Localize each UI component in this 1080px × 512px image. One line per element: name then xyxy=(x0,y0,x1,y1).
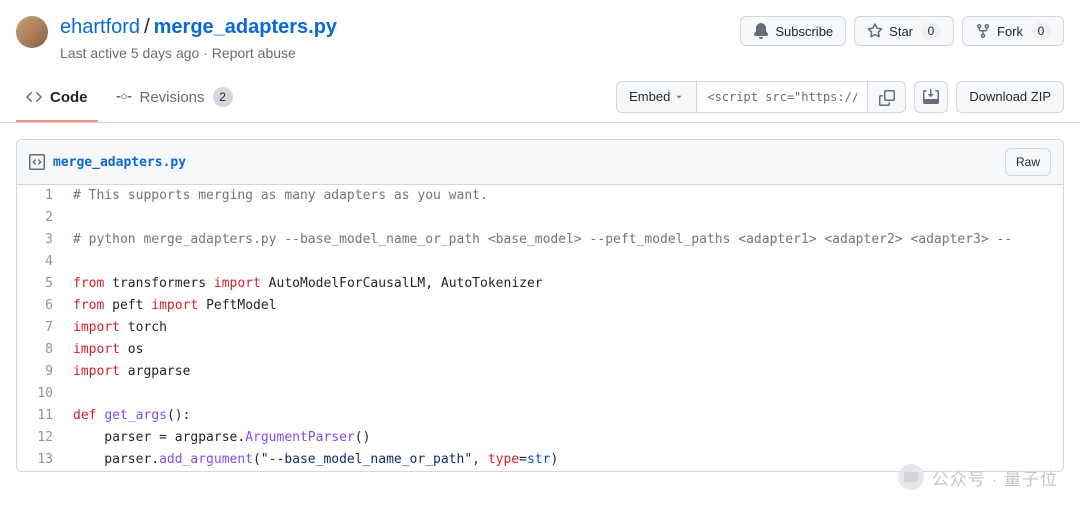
code-square-icon xyxy=(29,154,45,170)
desktop-download-icon xyxy=(923,89,939,105)
gist-title: ehartford/merge_adapters.py xyxy=(60,16,337,39)
revisions-icon xyxy=(116,89,132,105)
line-content xyxy=(67,207,1063,229)
raw-button[interactable]: Raw xyxy=(1005,148,1051,176)
tab-code[interactable]: Code xyxy=(16,81,98,122)
line-number[interactable]: 7 xyxy=(17,317,67,339)
line-number[interactable]: 5 xyxy=(17,273,67,295)
code-line: 7import torch xyxy=(17,317,1063,339)
revisions-count: 2 xyxy=(213,87,233,107)
subscribe-button[interactable]: Subscribe xyxy=(740,16,846,46)
star-count: 0 xyxy=(921,22,941,40)
star-icon xyxy=(867,23,883,39)
star-button[interactable]: Star 0 xyxy=(854,16,954,46)
line-content: # python merge_adapters.py --base_model_… xyxy=(67,229,1063,251)
code-line: 5from transformers import AutoModelForCa… xyxy=(17,273,1063,295)
line-content: import argparse xyxy=(67,361,1063,383)
line-number[interactable]: 1 xyxy=(17,185,67,207)
gist-filename-link[interactable]: merge_adapters.py xyxy=(154,16,337,38)
line-number[interactable]: 10 xyxy=(17,383,67,405)
copy-button[interactable] xyxy=(867,82,905,113)
code-line: 11def get_args(): xyxy=(17,405,1063,427)
code-line: 4 xyxy=(17,251,1063,273)
tab-revisions[interactable]: Revisions 2 xyxy=(106,79,243,123)
code-line: 3# python merge_adapters.py --base_model… xyxy=(17,229,1063,251)
fork-icon xyxy=(975,23,991,39)
code-line: 1# This supports merging as many adapter… xyxy=(17,185,1063,207)
line-content: import os xyxy=(67,339,1063,361)
line-content: from peft import PeftModel xyxy=(67,295,1063,317)
file-name-link[interactable]: merge_adapters.py xyxy=(53,155,186,170)
download-zip-button[interactable]: Download ZIP xyxy=(956,81,1064,113)
code-icon xyxy=(26,89,42,105)
gist-meta: Last active 5 days ago · Report abuse xyxy=(60,45,337,61)
owner-link[interactable]: ehartford xyxy=(60,16,140,38)
line-number[interactable]: 12 xyxy=(17,427,67,449)
line-content: # This supports merging as many adapters… xyxy=(67,185,1063,207)
line-number[interactable]: 6 xyxy=(17,295,67,317)
code-line: 12 parser = argparse.ArgumentParser() xyxy=(17,427,1063,449)
line-content: from transformers import AutoModelForCau… xyxy=(67,273,1063,295)
line-content: import torch xyxy=(67,317,1063,339)
line-number[interactable]: 11 xyxy=(17,405,67,427)
download-gist-button[interactable] xyxy=(914,81,948,113)
line-content xyxy=(67,383,1063,405)
report-abuse-link[interactable]: Report abuse xyxy=(212,45,296,61)
fork-count: 0 xyxy=(1031,22,1051,40)
code-line: 6from peft import PeftModel xyxy=(17,295,1063,317)
line-number[interactable]: 4 xyxy=(17,251,67,273)
line-content xyxy=(67,251,1063,273)
embed-dropdown[interactable]: Embed xyxy=(617,82,697,112)
line-number[interactable]: 3 xyxy=(17,229,67,251)
code-line: 8import os xyxy=(17,339,1063,361)
copy-icon xyxy=(879,90,895,106)
line-number[interactable]: 8 xyxy=(17,339,67,361)
line-number[interactable]: 13 xyxy=(17,449,67,471)
code-line: 13 parser.add_argument("--base_model_nam… xyxy=(17,449,1063,471)
fork-button[interactable]: Fork 0 xyxy=(962,16,1064,46)
caret-down-icon xyxy=(674,92,684,102)
embed-group: Embed xyxy=(616,81,906,113)
code-line: 2 xyxy=(17,207,1063,229)
code-line: 10 xyxy=(17,383,1063,405)
avatar[interactable] xyxy=(16,16,48,48)
line-content: def get_args(): xyxy=(67,405,1063,427)
code-line: 9import argparse xyxy=(17,361,1063,383)
bell-icon xyxy=(753,23,769,39)
code-view: 1# This supports merging as many adapter… xyxy=(17,185,1063,471)
line-content: parser.add_argument("--base_model_name_o… xyxy=(67,449,1063,471)
line-content: parser = argparse.ArgumentParser() xyxy=(67,427,1063,449)
embed-script-input[interactable] xyxy=(697,82,867,112)
line-number[interactable]: 9 xyxy=(17,361,67,383)
line-number[interactable]: 2 xyxy=(17,207,67,229)
